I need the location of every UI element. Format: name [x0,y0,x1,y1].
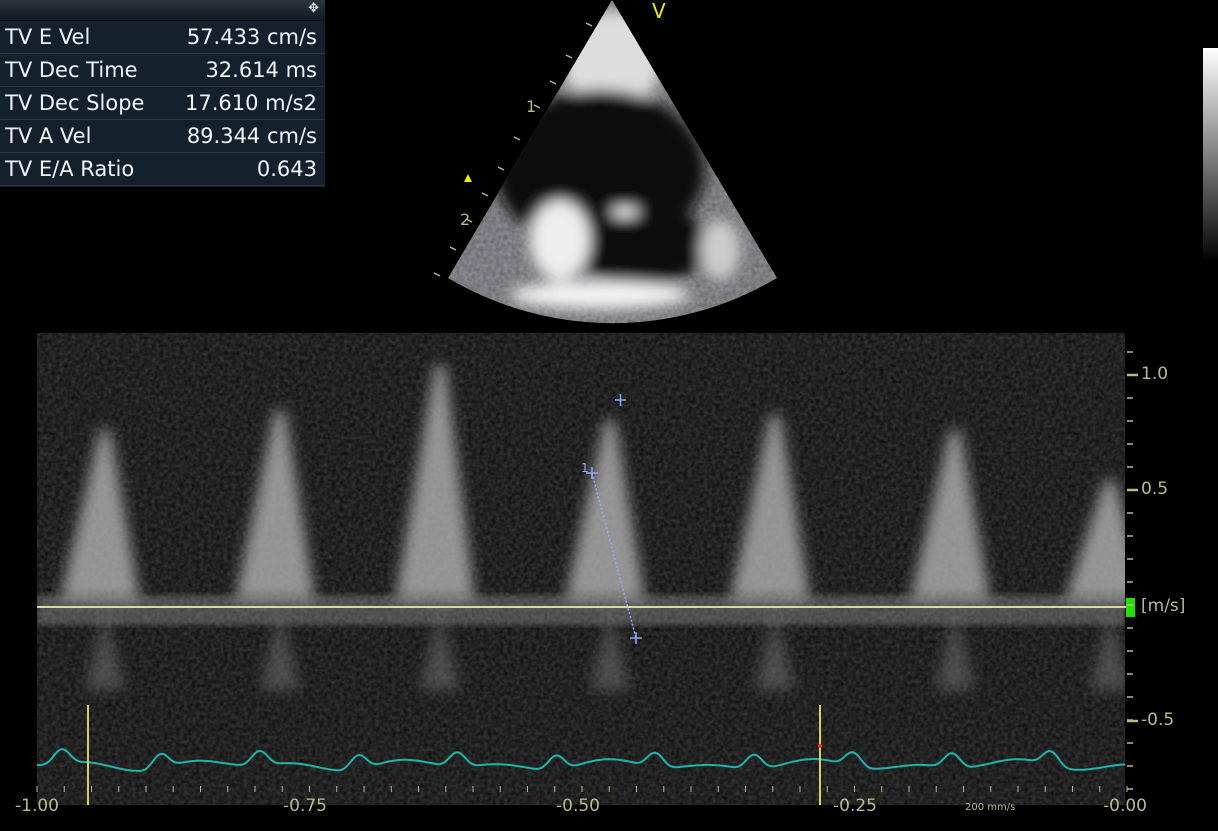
velocity-tick-label: 1.0 [1141,364,1169,384]
2d-echo-image [448,0,777,324]
depth-tick [585,22,593,27]
baseline-handle[interactable] [1126,598,1135,617]
velocity-unit: [m/s] [1141,596,1186,616]
depth-tick [481,192,489,197]
depth-tick [565,54,573,59]
depth-tick [513,136,521,141]
time-tick-label: -0.50 [556,796,600,816]
time-tick-label: -1.00 [15,796,59,816]
doppler-spectrum [37,333,1125,805]
orientation-marker: V [652,0,666,23]
depth-label: 1 [526,97,536,116]
grayscale-bar [1203,48,1218,263]
depth-tick [433,272,441,277]
sweep-speed: 200 mm/s [965,802,1016,813]
orientation-triangle-icon [464,174,472,182]
ultrasound-display: V 1 2 1 [36,0,1218,805]
depth-tick [549,80,557,85]
ecg-point [818,744,822,748]
velocity-tick-label: -0.5 [1141,710,1175,730]
depth-tick [449,246,457,251]
caliper-label: 1 [581,461,589,475]
time-tick-label: -0.25 [833,796,877,816]
depth-tick [497,166,505,171]
velocity-tick-label: 0.5 [1141,479,1169,499]
time-tick-label: -0.75 [283,796,327,816]
time-tick-label: -0.00 [1103,796,1147,816]
